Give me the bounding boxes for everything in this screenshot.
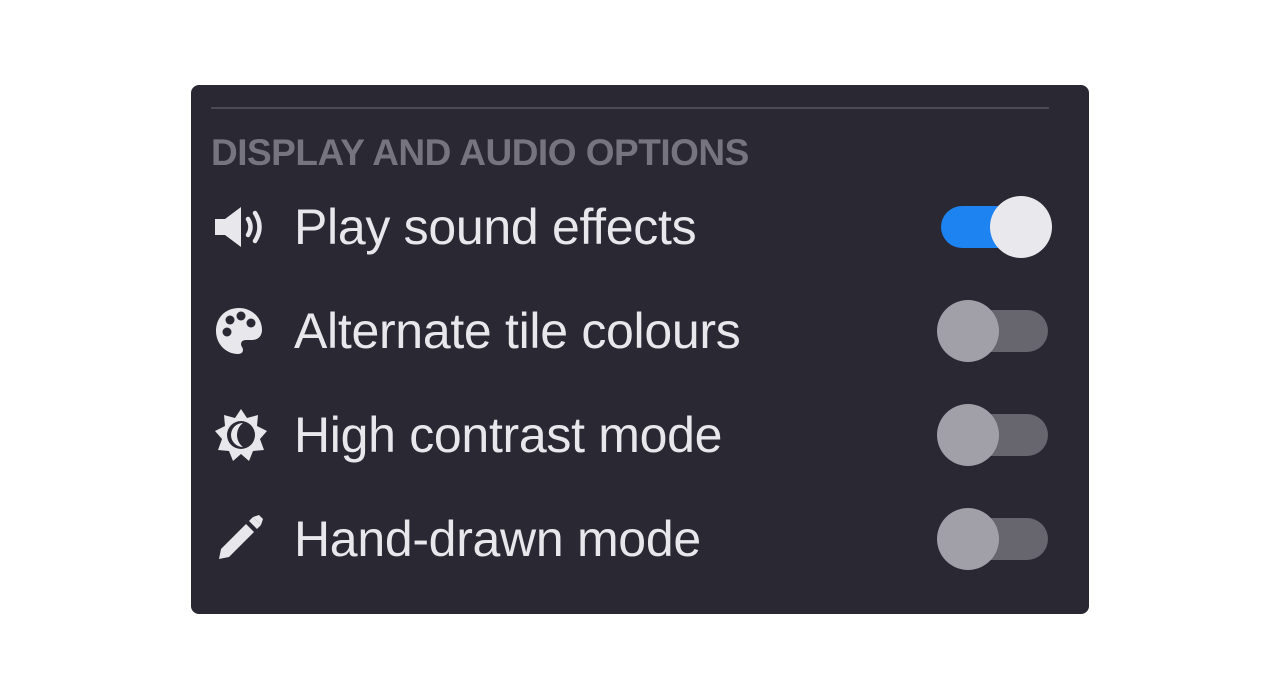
option-row-hand-drawn-mode: Hand-drawn mode [211,487,1049,591]
toggle-knob [937,508,999,570]
pencil-icon [213,509,273,569]
contrast-sun-moon-icon [213,405,273,465]
options-list: Play sound effects Alternate tile colour… [211,175,1052,591]
display-audio-options-panel: DISPLAY AND AUDIO OPTIONS Play sound eff… [191,85,1089,614]
option-label-play-sound-effects: Play sound effects [294,199,697,255]
option-label-alternate-tile-colours: Alternate tile colours [294,303,741,359]
toggle-high-contrast-mode[interactable] [937,404,1052,466]
option-row-alternate-tile-colours: Alternate tile colours [211,279,1049,383]
option-row-play-sound-effects: Play sound effects [211,175,1052,279]
divider [211,107,1049,109]
toggle-hand-drawn-mode[interactable] [937,508,1052,570]
option-row-high-contrast-mode: High contrast mode [211,383,1049,487]
toggle-alternate-tile-colours[interactable] [937,300,1052,362]
toggle-knob [937,300,999,362]
toggle-knob [990,196,1052,258]
palette-icon [213,301,273,361]
option-label-high-contrast-mode: High contrast mode [294,407,723,463]
speaker-icon [213,197,273,257]
toggle-play-sound-effects[interactable] [937,196,1052,258]
section-title: DISPLAY AND AUDIO OPTIONS [211,132,749,173]
option-label-hand-drawn-mode: Hand-drawn mode [294,511,701,567]
toggle-knob [937,404,999,466]
